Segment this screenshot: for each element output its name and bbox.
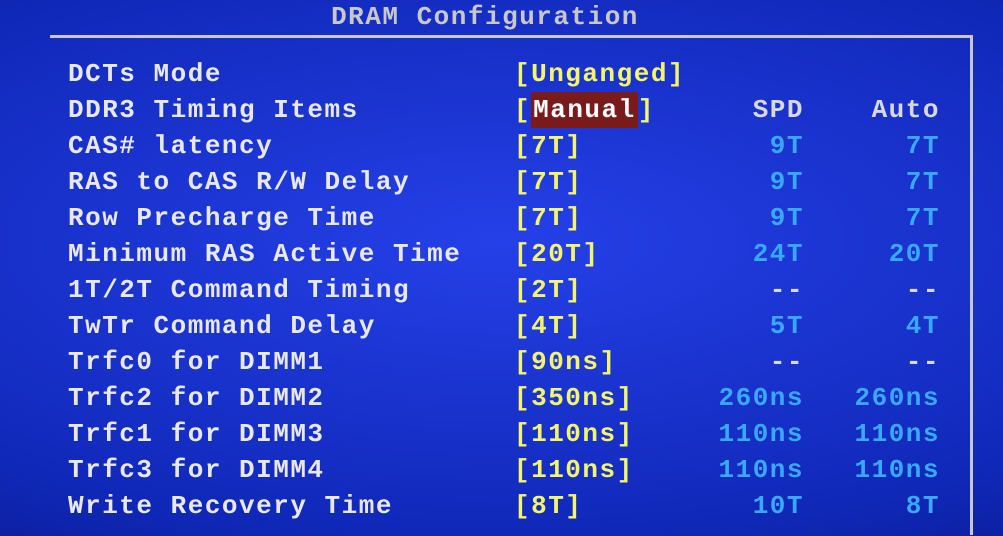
setting-label: CAS# latency bbox=[68, 128, 273, 164]
setting-row[interactable]: Write Recovery Time [8T] 10T 8T bbox=[68, 488, 998, 524]
setting-label: Write Recovery Time bbox=[68, 488, 393, 524]
auto-value: -- bbox=[820, 272, 940, 308]
auto-value: 7T bbox=[820, 128, 940, 164]
setting-value[interactable]: [350ns] bbox=[514, 380, 634, 416]
setting-value[interactable]: [20T] bbox=[514, 236, 600, 272]
auto-value: 7T bbox=[820, 164, 940, 200]
setting-label: RAS to CAS R/W Delay bbox=[68, 164, 410, 200]
setting-value[interactable]: [90ns] bbox=[514, 344, 617, 380]
setting-row[interactable]: Minimum RAS Active Time[20T]24T20TS bbox=[68, 236, 998, 272]
spd-value: 9T bbox=[684, 200, 804, 236]
spd-value: 9T bbox=[684, 128, 804, 164]
setting-value[interactable]: [110ns] bbox=[514, 452, 634, 488]
setting-row[interactable]: RAS to CAS R/W Delay [7T] 9T 7T bbox=[68, 164, 998, 200]
setting-value[interactable]: [7T] bbox=[514, 128, 582, 164]
auto-value: -- bbox=[820, 344, 940, 380]
setting-value[interactable]: [2T] bbox=[514, 272, 582, 308]
spd-value: 110ns bbox=[684, 452, 804, 488]
setting-label: Row Precharge Time bbox=[68, 200, 376, 236]
setting-value[interactable]: [Manual] bbox=[514, 92, 655, 128]
setting-row[interactable]: Row Precharge Time[7T]9T7T[ bbox=[68, 200, 998, 236]
spd-value: 24T bbox=[684, 236, 804, 272]
setting-label: DCTs Mode bbox=[68, 56, 222, 92]
setting-value[interactable]: [Unganged] bbox=[514, 56, 685, 92]
auto-value: 260ns bbox=[820, 380, 940, 416]
setting-label: Minimum RAS Active Time bbox=[68, 236, 461, 272]
setting-value[interactable]: [7T] bbox=[514, 164, 582, 200]
setting-row[interactable]: CAS# latency[7T]9T7TM bbox=[68, 128, 998, 164]
setting-label: Trfc2 for DIMM2 bbox=[68, 380, 325, 416]
setting-value[interactable]: [8T] bbox=[514, 488, 582, 524]
auto-value: 4T bbox=[820, 308, 940, 344]
spd-value: 110ns bbox=[684, 416, 804, 452]
setting-row[interactable]: DCTs Mode [Unganged] bbox=[68, 56, 998, 92]
setting-label: DDR3 Timing Items bbox=[68, 92, 359, 128]
setting-row[interactable]: 1T/2T Command Timing[2T]----D bbox=[68, 272, 998, 308]
auto-value: 7T bbox=[820, 200, 940, 236]
settings-list: DCTs Mode [Unganged] DDR3 Timing Items [Man… bbox=[68, 56, 998, 524]
setting-value[interactable]: [110ns] bbox=[514, 416, 634, 452]
page-title: DRAM Configuration bbox=[0, 2, 970, 32]
setting-label: Trfc3 for DIMM4 bbox=[68, 452, 325, 488]
spd-value: -- bbox=[684, 344, 804, 380]
setting-label: TwTr Command Delay bbox=[68, 308, 376, 344]
setting-label: 1T/2T Command Timing bbox=[68, 272, 410, 308]
setting-value[interactable]: [4T] bbox=[514, 308, 582, 344]
column-header-spd: SPD bbox=[684, 92, 804, 128]
setting-label: Trfc1 for DIMM3 bbox=[68, 416, 325, 452]
column-header-auto: Auto bbox=[820, 92, 940, 128]
setting-row[interactable]: Trfc3 for DIMM4 [110ns] 110ns 110ns bbox=[68, 452, 998, 488]
spd-value: 5T bbox=[684, 308, 804, 344]
auto-value: 20T bbox=[820, 236, 940, 272]
spd-value: 260ns bbox=[684, 380, 804, 416]
spd-value: 10T bbox=[684, 488, 804, 524]
auto-value: 8T bbox=[820, 488, 940, 524]
setting-row[interactable]: Trfc1 for DIMM3[110ns]110ns110nsu bbox=[68, 416, 998, 452]
spd-value: -- bbox=[684, 272, 804, 308]
auto-value: 110ns bbox=[820, 416, 940, 452]
setting-row[interactable]: Trfc2 for DIMM2[350ns]260ns260nsS bbox=[68, 380, 998, 416]
setting-value[interactable]: [7T] bbox=[514, 200, 582, 236]
setting-label: Trfc0 for DIMM1 bbox=[68, 344, 325, 380]
auto-value: 110ns bbox=[820, 452, 940, 488]
setting-row[interactable]: TwTr Command Delay [4T] 5T 4T bbox=[68, 308, 998, 344]
setting-row[interactable]: Trfc0 for DIMM1[90ns]----[ bbox=[68, 344, 998, 380]
setting-row[interactable]: DDR3 Timing Items [Manual] SPD Auto bbox=[68, 92, 998, 128]
spd-value: 9T bbox=[684, 164, 804, 200]
